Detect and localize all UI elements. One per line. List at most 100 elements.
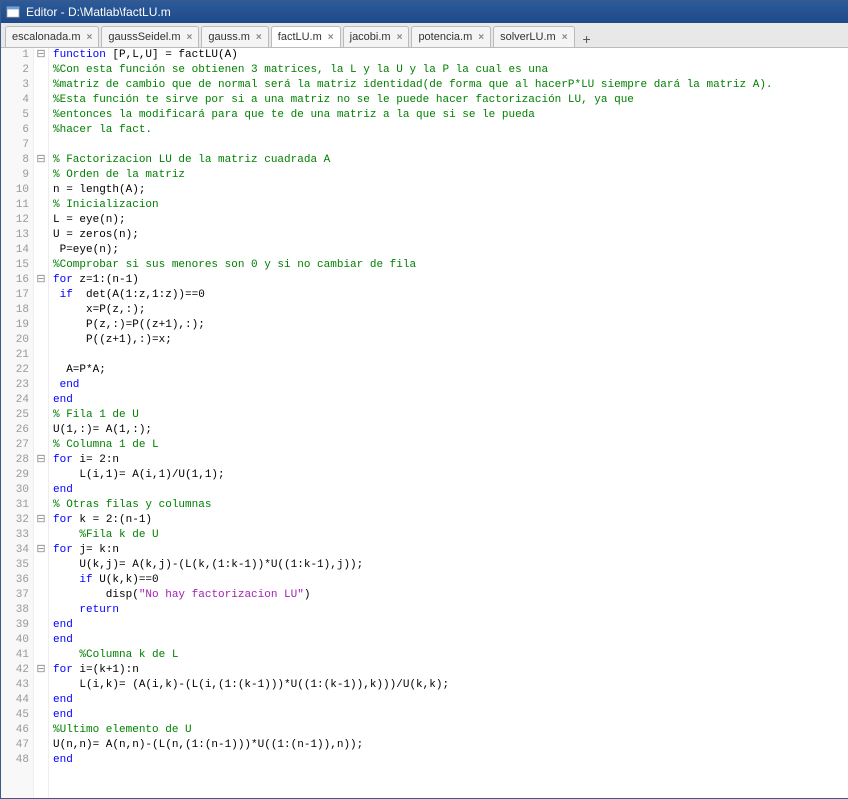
- code-area[interactable]: function [P,L,U] = factLU(A)%Con esta fu…: [49, 48, 848, 798]
- line-number: 2: [1, 63, 29, 78]
- line-number: 36: [1, 573, 29, 588]
- code-line[interactable]: end: [53, 378, 848, 393]
- code-line[interactable]: [53, 138, 848, 153]
- fold-gutter[interactable]: ⊟ ⊟ ⊟ ⊟ ⊟ ⊟ ⊟: [34, 48, 49, 798]
- code-line[interactable]: end: [53, 483, 848, 498]
- line-number: 12: [1, 213, 29, 228]
- code-line[interactable]: end: [53, 708, 848, 723]
- code-line[interactable]: end: [53, 753, 848, 768]
- tab-gauss-m[interactable]: gauss.m×: [201, 26, 268, 47]
- code-line[interactable]: n = length(A);: [53, 183, 848, 198]
- code-line[interactable]: % Factorizacion LU de la matriz cuadrada…: [53, 153, 848, 168]
- titlebar: Editor - D:\Matlab\factLU.m: [1, 1, 848, 23]
- code-line[interactable]: P=eye(n);: [53, 243, 848, 258]
- code-line[interactable]: for i=(k+1):n: [53, 663, 848, 678]
- line-number: 4: [1, 93, 29, 108]
- code-line[interactable]: for i= 2:n: [53, 453, 848, 468]
- code-line[interactable]: A=P*A;: [53, 363, 848, 378]
- close-tab-icon[interactable]: ×: [187, 32, 193, 43]
- code-line[interactable]: L(i,1)= A(i,1)/U(1,1);: [53, 468, 848, 483]
- code-line[interactable]: U(n,n)= A(n,n)-(L(n,(1:(n-1)))*U((1:(n-1…: [53, 738, 848, 753]
- code-line[interactable]: % Orden de la matriz: [53, 168, 848, 183]
- line-number: 41: [1, 648, 29, 663]
- code-line[interactable]: end: [53, 693, 848, 708]
- code-line[interactable]: U(1,:)= A(1,:);: [53, 423, 848, 438]
- code-line[interactable]: for z=1:(n-1): [53, 273, 848, 288]
- code-editor[interactable]: 1234567891011121314151617181920212223242…: [1, 48, 848, 798]
- code-line[interactable]: for j= k:n: [53, 543, 848, 558]
- token-cm: % Fila 1 de U: [53, 409, 139, 421]
- fold-toggle: [34, 483, 48, 498]
- fold-toggle: [34, 603, 48, 618]
- fold-toggle[interactable]: ⊟: [34, 663, 48, 678]
- fold-toggle[interactable]: ⊟: [34, 153, 48, 168]
- code-line[interactable]: x=P(z,:);: [53, 303, 848, 318]
- line-number: 28: [1, 453, 29, 468]
- fold-toggle[interactable]: ⊟: [34, 543, 48, 558]
- code-line[interactable]: %Fila k de U: [53, 528, 848, 543]
- token-cm: %Comprobar si sus menores son 0 y si no …: [53, 259, 416, 271]
- code-line[interactable]: P(z,:)=P((z+1),:);: [53, 318, 848, 333]
- code-line[interactable]: % Fila 1 de U: [53, 408, 848, 423]
- tab-escalonada-m[interactable]: escalonada.m×: [5, 26, 99, 47]
- tab-jacobi-m[interactable]: jacobi.m ×: [343, 26, 410, 47]
- fold-toggle: [34, 138, 48, 153]
- code-line[interactable]: % Otras filas y columnas: [53, 498, 848, 513]
- fold-toggle[interactable]: ⊟: [34, 48, 48, 63]
- fold-toggle: [34, 408, 48, 423]
- code-line[interactable]: %Con esta función se obtienen 3 matrices…: [53, 63, 848, 78]
- code-line[interactable]: if U(k,k)==0: [53, 573, 848, 588]
- fold-toggle: [34, 333, 48, 348]
- code-line[interactable]: disp("No hay factorizacion LU"): [53, 588, 848, 603]
- code-line[interactable]: for k = 2:(n-1): [53, 513, 848, 528]
- code-line[interactable]: end: [53, 393, 848, 408]
- tab-gaussSeidel-m[interactable]: gaussSeidel.m ×: [101, 26, 199, 47]
- line-number: 6: [1, 123, 29, 138]
- code-line[interactable]: function [P,L,U] = factLU(A): [53, 48, 848, 63]
- code-line[interactable]: L(i,k)= (A(i,k)-(L(i,(1:(k-1)))*U((1:(k-…: [53, 678, 848, 693]
- line-number: 48: [1, 753, 29, 768]
- tab-factLU-m[interactable]: factLU.m×: [271, 26, 341, 47]
- close-tab-icon[interactable]: ×: [478, 32, 484, 43]
- code-line[interactable]: L = eye(n);: [53, 213, 848, 228]
- code-line[interactable]: %Comprobar si sus menores son 0 y si no …: [53, 258, 848, 273]
- close-tab-icon[interactable]: ×: [256, 32, 262, 43]
- line-number: 22: [1, 363, 29, 378]
- fold-toggle[interactable]: ⊟: [34, 453, 48, 468]
- code-line[interactable]: U(k,j)= A(k,j)-(L(k,(1:k-1))*U((1:k-1),j…: [53, 558, 848, 573]
- code-line[interactable]: % Columna 1 de L: [53, 438, 848, 453]
- token-kw: for: [53, 544, 73, 556]
- code-line[interactable]: end: [53, 618, 848, 633]
- fold-toggle[interactable]: ⊟: [34, 513, 48, 528]
- code-line[interactable]: [53, 348, 848, 363]
- tab-bar: escalonada.m×gaussSeidel.m×gauss.m×factL…: [1, 23, 848, 48]
- token-kw: return: [53, 604, 119, 616]
- code-line[interactable]: %Columna k de L: [53, 648, 848, 663]
- code-line[interactable]: P((z+1),:)=x;: [53, 333, 848, 348]
- fold-toggle[interactable]: ⊟: [34, 273, 48, 288]
- fold-toggle: [34, 528, 48, 543]
- code-line[interactable]: %Esta función te sirve por si a una matr…: [53, 93, 848, 108]
- close-tab-icon[interactable]: ×: [397, 32, 403, 43]
- code-line[interactable]: end: [53, 633, 848, 648]
- code-line[interactable]: %hacer la fact.: [53, 123, 848, 138]
- tab-solverLU-m[interactable]: solverLU.m×: [493, 26, 574, 47]
- code-line[interactable]: % Inicializacion: [53, 198, 848, 213]
- code-line[interactable]: return: [53, 603, 848, 618]
- close-tab-icon[interactable]: ×: [328, 32, 334, 43]
- tab-label: jacobi.m: [350, 31, 391, 43]
- code-line[interactable]: U = zeros(n);: [53, 228, 848, 243]
- line-number: 29: [1, 468, 29, 483]
- code-line[interactable]: %matriz de cambio que de normal será la …: [53, 78, 848, 93]
- tab-label: gaussSeidel.m: [108, 31, 180, 43]
- fold-toggle: [34, 648, 48, 663]
- close-tab-icon[interactable]: ×: [562, 32, 568, 43]
- tab-potencia-m[interactable]: potencia.m×: [411, 26, 491, 47]
- token-fn: U = zeros(n);: [53, 229, 139, 241]
- close-tab-icon[interactable]: ×: [87, 32, 93, 43]
- code-line[interactable]: %entonces la modificará para que te de u…: [53, 108, 848, 123]
- code-line[interactable]: %Ultimo elemento de U: [53, 723, 848, 738]
- token-fn: L(i,1)= A(i,1)/U(1,1);: [53, 469, 225, 481]
- code-line[interactable]: if det(A(1:z,1:z))==0: [53, 288, 848, 303]
- new-tab-button[interactable]: +: [577, 31, 597, 47]
